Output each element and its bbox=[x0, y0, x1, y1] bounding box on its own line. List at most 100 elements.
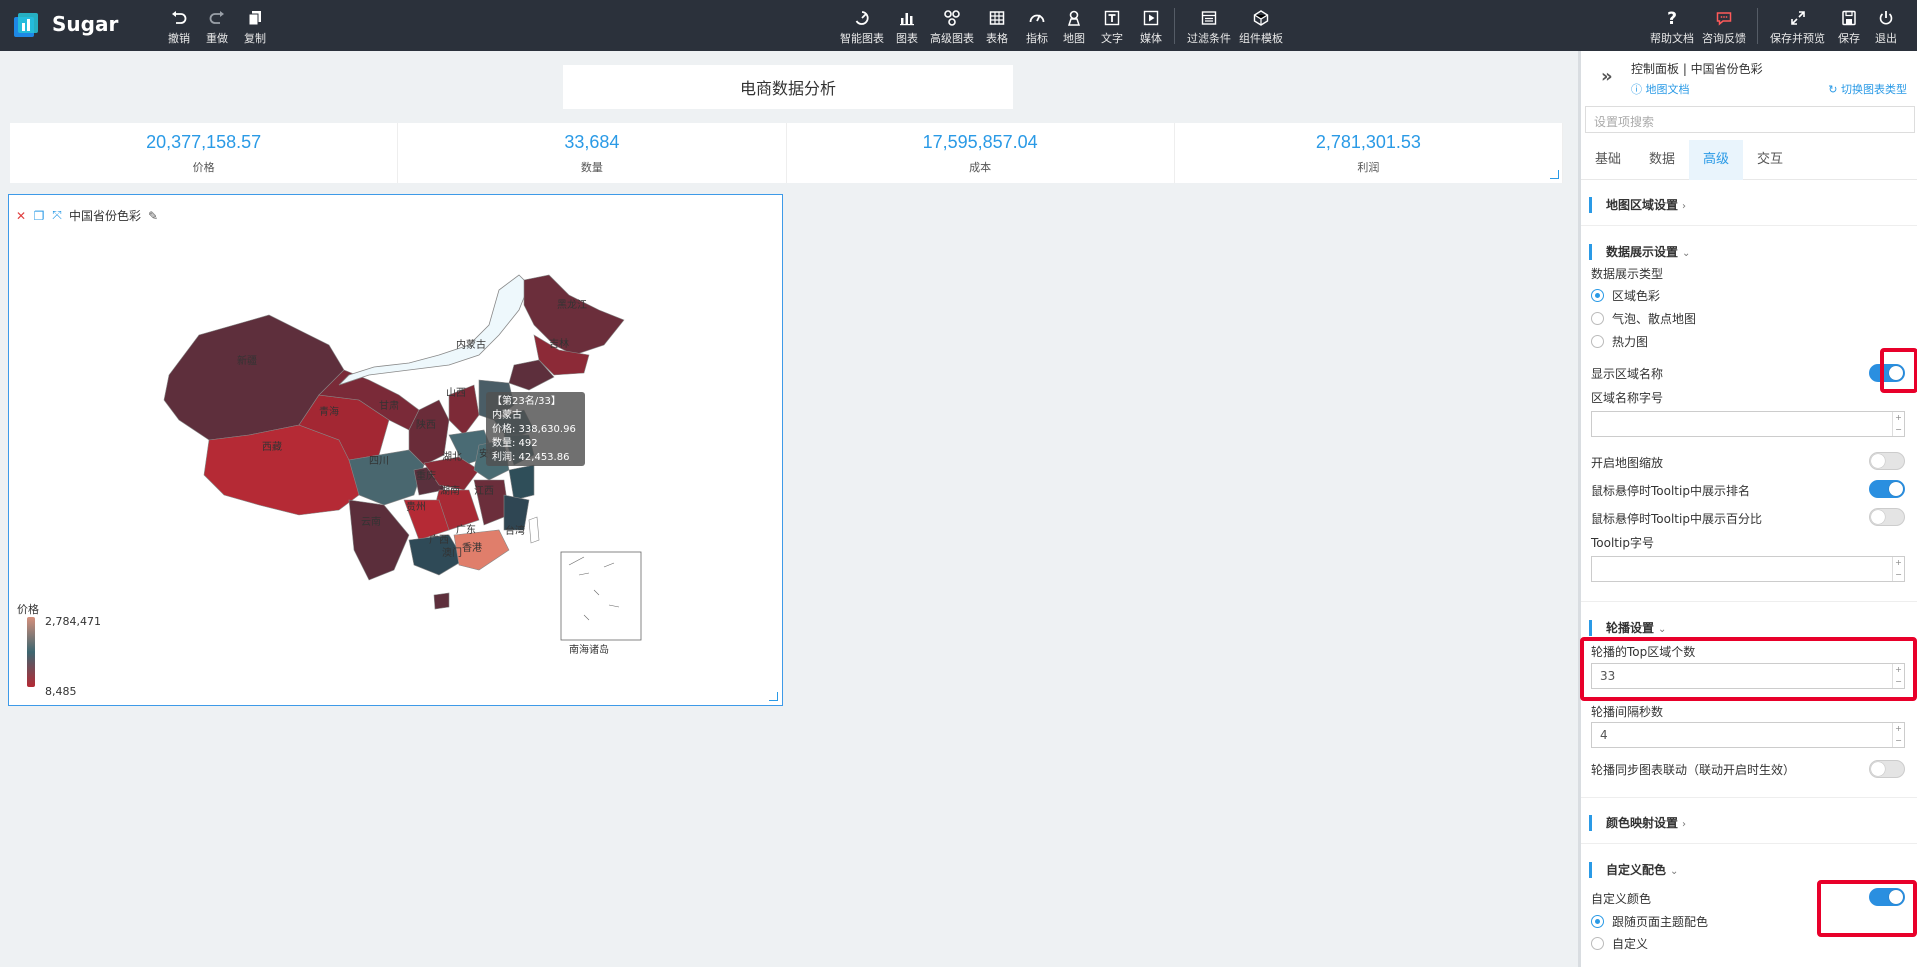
section-display[interactable]: 数据展示设置 ⌄ bbox=[1589, 244, 1690, 260]
section-region[interactable]: 地图区域设置 › bbox=[1589, 197, 1686, 213]
switch-chart-type-link[interactable]: ↻ 切换图表类型 bbox=[1828, 81, 1907, 97]
map-doc-label: 地图文档 bbox=[1645, 83, 1690, 96]
dashboard-title: 电商数据分析 bbox=[739, 79, 836, 98]
carousel-sync-toggle[interactable] bbox=[1869, 760, 1905, 778]
save-button[interactable]: 保存 bbox=[1838, 8, 1860, 46]
redo-button[interactable]: 重做 bbox=[206, 8, 228, 46]
stepper-icon[interactable]: + − bbox=[1892, 412, 1904, 436]
exit-button[interactable]: 退出 bbox=[1875, 8, 1897, 46]
resize-handle[interactable] bbox=[769, 692, 778, 701]
show-region-name-toggle[interactable] bbox=[1869, 364, 1905, 382]
settings-scroll-area[interactable]: 地图区域设置 › 数据展示设置 ⌄ 数据展示类型 区域色彩 气泡、散点地图 热力图 … bbox=[1581, 181, 1917, 967]
chevron-down-icon: ⌄ bbox=[1682, 248, 1691, 259]
advanced-chart-label: 高级图表 bbox=[930, 32, 974, 45]
map-legend: 价格 2,784,471 8,485 bbox=[17, 601, 101, 698]
redo-icon bbox=[207, 8, 227, 28]
map-tooltip: 【第23名/33】 内蒙古 价格: 338,630.96 数量: 492 利润:… bbox=[486, 392, 585, 466]
tooltip-percent-toggle[interactable] bbox=[1869, 508, 1905, 526]
metric-value: 17,595,857.04 bbox=[922, 131, 1038, 152]
legend-title: 价格 bbox=[17, 603, 39, 616]
toolbar-divider bbox=[1174, 8, 1175, 44]
metric-label: 价格 bbox=[192, 160, 215, 174]
save-icon bbox=[1839, 8, 1859, 28]
map-button[interactable]: 地图 bbox=[1063, 8, 1085, 46]
stepper-icon[interactable]: + − bbox=[1892, 723, 1904, 747]
stepper-icon[interactable]: + − bbox=[1892, 557, 1904, 581]
smart-chart-label: 智能图表 bbox=[840, 32, 884, 45]
divider bbox=[1581, 843, 1917, 844]
metric-value: 2,781,301.53 bbox=[1315, 131, 1421, 152]
undo-button[interactable]: 撤销 bbox=[168, 8, 190, 46]
section-region-title: 地图区域设置 bbox=[1606, 198, 1679, 212]
switch-chart-type-label: 切换图表类型 bbox=[1841, 83, 1907, 96]
app-name: Sugar bbox=[52, 12, 119, 36]
settings-search-input[interactable]: 设置项搜索 bbox=[1585, 106, 1915, 133]
radio-dot bbox=[1591, 289, 1604, 302]
map-doc-link[interactable]: ⓘ 地图文档 bbox=[1631, 81, 1690, 97]
tooltip-font-size-input[interactable]: + − bbox=[1591, 556, 1905, 582]
control-panel: » 控制面板 | 中国省份色彩 ⓘ 地图文档 ↻ 切换图表类型 设置项搜索 基础… bbox=[1578, 51, 1917, 967]
legend-max: 2,784,471 bbox=[45, 615, 101, 628]
radio-heatmap[interactable]: 热力图 bbox=[1591, 333, 1648, 350]
svg-text:?: ? bbox=[1667, 9, 1677, 27]
panel-tabs: 基础 数据 高级 交互 bbox=[1581, 140, 1917, 180]
tooltip-percent-label: 鼠标悬停时Tooltip中展示百分比 bbox=[1591, 512, 1762, 526]
enable-zoom-toggle[interactable] bbox=[1869, 452, 1905, 470]
radio-label: 热力图 bbox=[1612, 335, 1649, 349]
duplicate-icon[interactable]: ❐ bbox=[33, 209, 45, 223]
sugar-logo-icon bbox=[14, 13, 38, 37]
region-font-size-input[interactable]: + − bbox=[1591, 411, 1905, 437]
china-map-card[interactable]: ✕ ❐ ⤧ 中国省份色彩 ✎ 黑龙江 吉林 内蒙古 新疆 青海 西藏 甘肃 陕西… bbox=[8, 194, 783, 706]
smart-chart-button[interactable]: 智能图表 bbox=[840, 8, 884, 46]
close-icon[interactable]: ✕ bbox=[15, 209, 27, 223]
stepper-icon[interactable]: + − bbox=[1892, 664, 1904, 688]
custom-color-toggle[interactable] bbox=[1869, 888, 1905, 906]
radio-region-color[interactable]: 区域色彩 bbox=[1591, 287, 1660, 304]
carousel-interval-input[interactable]: 4 + − bbox=[1591, 722, 1905, 748]
media-label: 媒体 bbox=[1140, 32, 1162, 45]
copy-button[interactable]: 复制 bbox=[244, 8, 266, 46]
dashboard-title-card[interactable]: 电商数据分析 bbox=[563, 65, 1013, 109]
table-button[interactable]: 表格 bbox=[986, 8, 1008, 46]
legend-gradient[interactable] bbox=[27, 617, 35, 687]
save-preview-button[interactable]: 保存并预览 bbox=[1770, 8, 1825, 46]
tab-basic[interactable]: 基础 bbox=[1581, 140, 1635, 180]
chevron-right-icon: › bbox=[1682, 201, 1687, 212]
region-fujian bbox=[503, 494, 530, 531]
text-button[interactable]: 文字 bbox=[1101, 8, 1123, 46]
radio-dot bbox=[1591, 335, 1604, 348]
collapse-panel-icon[interactable]: » bbox=[1601, 66, 1613, 87]
radio-custom-color[interactable]: 自定义 bbox=[1591, 935, 1648, 952]
template-button[interactable]: 组件模板 bbox=[1239, 8, 1283, 46]
advanced-chart-button[interactable]: 高级图表 bbox=[930, 8, 974, 46]
section-custom-color[interactable]: 自定义配色 ⌄ bbox=[1589, 862, 1678, 878]
tooltip-price: 价格: 338,630.96 bbox=[492, 424, 576, 435]
indicator-button[interactable]: 指标 bbox=[1026, 8, 1048, 46]
feedback-button[interactable]: 咨询反馈 bbox=[1702, 8, 1746, 46]
media-button[interactable]: 媒体 bbox=[1140, 8, 1162, 46]
map-pin-icon bbox=[1064, 8, 1084, 28]
help-button[interactable]: ? 帮助文档 bbox=[1650, 8, 1694, 46]
section-carousel[interactable]: 轮播设置 ⌄ bbox=[1589, 620, 1666, 636]
radio-label: 气泡、散点地图 bbox=[1612, 312, 1697, 326]
tab-data[interactable]: 数据 bbox=[1635, 140, 1689, 180]
fullscreen-icon[interactable]: ⤧ bbox=[51, 208, 63, 222]
help-label: 帮助文档 bbox=[1650, 32, 1694, 45]
edit-pencil-icon[interactable]: ✎ bbox=[147, 209, 159, 223]
radio-follow-theme[interactable]: 跟随页面主题配色 bbox=[1591, 913, 1708, 930]
metrics-card[interactable]: 20,377,158.57 价格 33,684 数量 17,595,857.04… bbox=[10, 123, 1563, 183]
section-color-map[interactable]: 颜色映射设置 › bbox=[1589, 815, 1686, 831]
filter-button[interactable]: 过滤条件 bbox=[1187, 8, 1231, 46]
carousel-top-input[interactable]: 33 + − bbox=[1591, 663, 1905, 689]
bar-chart-icon bbox=[897, 8, 917, 28]
resize-handle[interactable] bbox=[1550, 170, 1559, 179]
show-region-name-label: 显示区域名称 bbox=[1591, 367, 1664, 381]
tooltip-rank-toggle[interactable] bbox=[1869, 480, 1905, 498]
tab-advanced[interactable]: 高级 bbox=[1689, 140, 1744, 180]
media-icon bbox=[1141, 8, 1161, 28]
tab-interaction[interactable]: 交互 bbox=[1743, 140, 1797, 180]
chart-button[interactable]: 图表 bbox=[896, 8, 918, 46]
chevron-right-icon: › bbox=[1682, 819, 1687, 830]
section-color-map-title: 颜色映射设置 bbox=[1606, 816, 1679, 830]
radio-bubble[interactable]: 气泡、散点地图 bbox=[1591, 310, 1696, 327]
